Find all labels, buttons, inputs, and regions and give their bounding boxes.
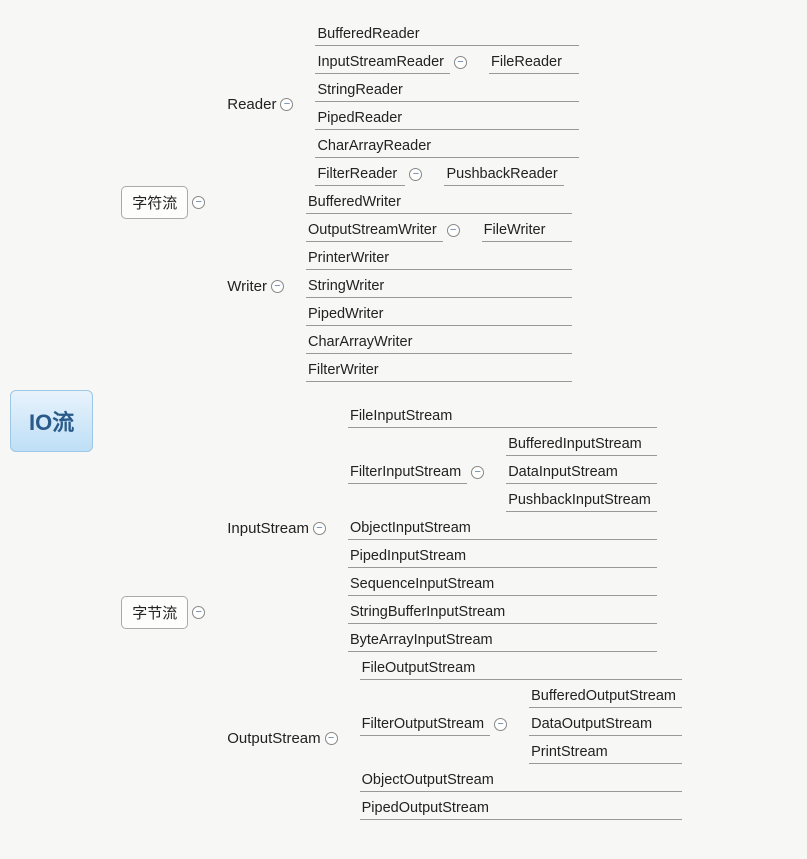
leaf-dataoutputstream[interactable]: DataOutputStream [529, 713, 682, 736]
char-stream-node[interactable]: 字符流 [121, 186, 188, 219]
collapse-icon[interactable]: − [454, 56, 467, 69]
leaf-outputstreamwriter[interactable]: OutputStreamWriter [306, 219, 443, 242]
collapse-icon[interactable]: − [192, 606, 205, 619]
leaf-bytearrayinputstream[interactable]: ByteArrayInputStream [348, 629, 657, 652]
leaf-stringwriter[interactable]: StringWriter [306, 275, 572, 298]
inputstream-branch: InputStream − FileInputStream FilterInpu… [227, 402, 682, 654]
collapse-icon[interactable]: − [494, 718, 507, 731]
leaf-bufferedinputstream[interactable]: BufferedInputStream [506, 433, 657, 456]
collapse-icon[interactable]: − [325, 732, 338, 745]
leaf-pipedinputstream[interactable]: PipedInputStream [348, 545, 657, 568]
leaf-objectoutputstream[interactable]: ObjectOutputStream [360, 769, 682, 792]
reader-node[interactable]: Reader [227, 94, 276, 115]
leaf-pushbackreader[interactable]: PushbackReader [444, 163, 563, 186]
leaf-chararrayreader[interactable]: CharArrayReader [315, 135, 579, 158]
connector [209, 402, 227, 822]
leaf-printerwriter[interactable]: PrinterWriter [306, 247, 572, 270]
leaf-objectinputstream[interactable]: ObjectInputStream [348, 517, 657, 540]
leaf-fileoutputstream[interactable]: FileOutputStream [360, 657, 682, 680]
connector [511, 682, 529, 766]
leaf-filereader[interactable]: FileReader [489, 51, 579, 74]
byte-stream-branch: 字节流 − InputStream − FileInputStream Filt [121, 402, 682, 822]
connector [288, 188, 306, 384]
leaf-filterreader[interactable]: FilterReader [315, 163, 405, 186]
leaf-bufferedwriter[interactable]: BufferedWriter [306, 191, 572, 214]
leaf-bufferedreader[interactable]: BufferedReader [315, 23, 579, 46]
leaf-printstream[interactable]: PrintStream [529, 741, 682, 764]
outputstream-branch: OutputStream − FileOutputStream FilterOu… [227, 654, 682, 822]
leaf-sequenceinputstream[interactable]: SequenceInputStream [348, 573, 657, 596]
collapse-icon[interactable]: − [271, 280, 284, 293]
leaf-pipedoutputstream[interactable]: PipedOutputStream [360, 797, 682, 820]
connector [464, 216, 482, 244]
collapse-icon[interactable]: − [313, 522, 326, 535]
connector [342, 654, 360, 822]
leaf-filewriter[interactable]: FileWriter [482, 219, 572, 242]
leaf-pipedwriter[interactable]: PipedWriter [306, 303, 572, 326]
leaf-filteroutputstream[interactable]: FilterOutputStream [360, 713, 491, 736]
collapse-icon[interactable]: − [447, 224, 460, 237]
writer-branch: Writer − BufferedWriter OutputStreamWrit… [227, 188, 579, 384]
collapse-icon[interactable]: − [471, 466, 484, 479]
leaf-inputstreamreader[interactable]: InputStreamReader [315, 51, 450, 74]
connector [297, 20, 315, 188]
leaf-bufferedoutputstream[interactable]: BufferedOutputStream [529, 685, 682, 708]
writer-node[interactable]: Writer [227, 276, 267, 297]
root-node[interactable]: IO流 [10, 390, 93, 452]
mindmap-root: IO流 字符流 − Reader − BufferedReader [10, 20, 797, 822]
leaf-filterinputstream[interactable]: FilterInputStream [348, 461, 467, 484]
collapse-icon[interactable]: − [409, 168, 422, 181]
connector [330, 402, 348, 654]
outputstream-node[interactable]: OutputStream [227, 728, 320, 749]
leaf-fileinputstream[interactable]: FileInputStream [348, 405, 657, 428]
collapse-icon[interactable]: − [192, 196, 205, 209]
connector [426, 160, 444, 188]
leaf-pushbackinputstream[interactable]: PushbackInputStream [506, 489, 657, 512]
connector [93, 20, 121, 822]
reader-branch: Reader − BufferedReader InputStreamReade… [227, 20, 579, 188]
collapse-icon[interactable]: − [280, 98, 293, 111]
connector [471, 48, 489, 76]
leaf-datainputstream[interactable]: DataInputStream [506, 461, 657, 484]
leaf-filterwriter[interactable]: FilterWriter [306, 359, 572, 382]
connector [488, 430, 506, 514]
leaf-stringbufferinputstream[interactable]: StringBufferInputStream [348, 601, 657, 624]
leaf-stringreader[interactable]: StringReader [315, 79, 579, 102]
byte-stream-node[interactable]: 字节流 [121, 596, 188, 629]
leaf-pipedreader[interactable]: PipedReader [315, 107, 579, 130]
inputstream-node[interactable]: InputStream [227, 518, 309, 539]
connector [209, 20, 227, 384]
char-stream-branch: 字符流 − Reader − BufferedReader InputStrea [121, 20, 682, 384]
leaf-chararraywriter[interactable]: CharArrayWriter [306, 331, 572, 354]
